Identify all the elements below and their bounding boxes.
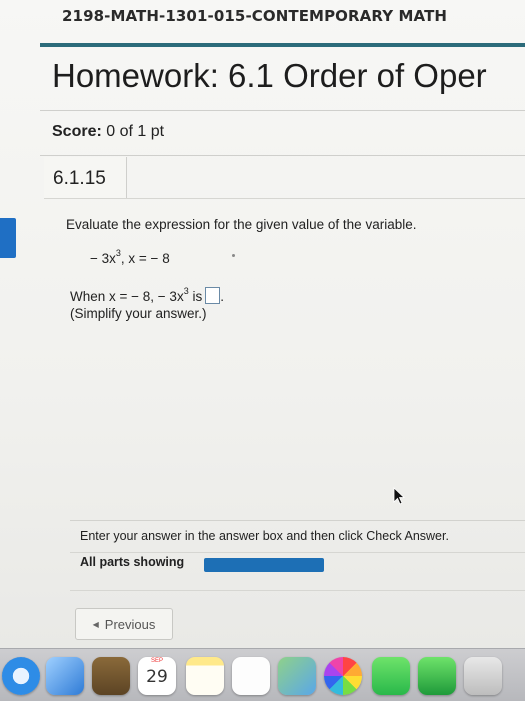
stray-mark: [232, 254, 235, 257]
prompt-suffix: is: [188, 289, 203, 304]
side-panel-tab[interactable]: [0, 218, 16, 258]
mail-icon[interactable]: [46, 657, 84, 695]
left-arrow-icon: ◀: [92, 619, 99, 629]
question-number: 6.1.15: [53, 168, 106, 189]
expression-prefix: − 3x: [90, 251, 116, 266]
header-accent-bar: [40, 43, 525, 47]
enter-answer-instruction: Enter your answer in the answer box and …: [80, 529, 449, 543]
score-label: Score:: [52, 123, 102, 140]
calendar-day: 29: [146, 667, 168, 687]
previous-label: Previous: [104, 616, 156, 632]
simplify-note: (Simplify your answer.): [70, 306, 207, 321]
parts-showing-label: All parts showing: [80, 555, 185, 569]
score-row: Score: 0 of 1 pt: [52, 123, 164, 141]
homework-title: Homework: 6.1 Order of Oper: [52, 57, 487, 94]
facetime-icon[interactable]: [418, 657, 456, 695]
divider: [70, 520, 525, 521]
answer-input[interactable]: [205, 287, 221, 304]
score-value: 0 of 1 pt: [106, 123, 165, 140]
notes-icon[interactable]: [186, 657, 224, 695]
reminders-icon[interactable]: [232, 657, 270, 695]
mouse-pointer-icon: [393, 487, 406, 505]
app-icon[interactable]: [464, 657, 502, 695]
calendar-icon[interactable]: SEP 29: [138, 657, 176, 695]
divider: [70, 590, 525, 591]
divider: [40, 110, 525, 111]
previous-button[interactable]: ◀ Previous: [75, 608, 173, 640]
safari-icon[interactable]: [2, 657, 40, 695]
contacts-icon[interactable]: [92, 657, 130, 695]
divider: [70, 552, 525, 553]
divider: [40, 155, 525, 156]
photos-icon[interactable]: [324, 657, 362, 695]
maps-icon[interactable]: [278, 657, 316, 695]
expression-suffix: , x = − 8: [120, 251, 170, 266]
question-number-box: 6.1.15: [44, 157, 127, 199]
messages-icon[interactable]: [372, 657, 410, 695]
question-instructions: Evaluate the expression for the given va…: [66, 217, 417, 232]
browser-page: 2198-MATH-1301-015-CONTEMPORARY MATH Hom…: [0, 0, 525, 648]
expression: − 3x3, x = − 8: [90, 248, 170, 266]
course-title: 2198-MATH-1301-015-CONTEMPORARY MATH: [62, 7, 448, 25]
divider: [44, 198, 525, 199]
parts-progress-fill: [204, 558, 324, 572]
macos-dock: SEP 29: [0, 648, 525, 701]
calendar-month: SEP: [150, 658, 163, 664]
parts-progress-bar: [204, 558, 324, 572]
prompt-prefix: When x = − 8, − 3x: [70, 289, 184, 304]
answer-prompt: When x = − 8, − 3x3 is.: [70, 286, 224, 304]
